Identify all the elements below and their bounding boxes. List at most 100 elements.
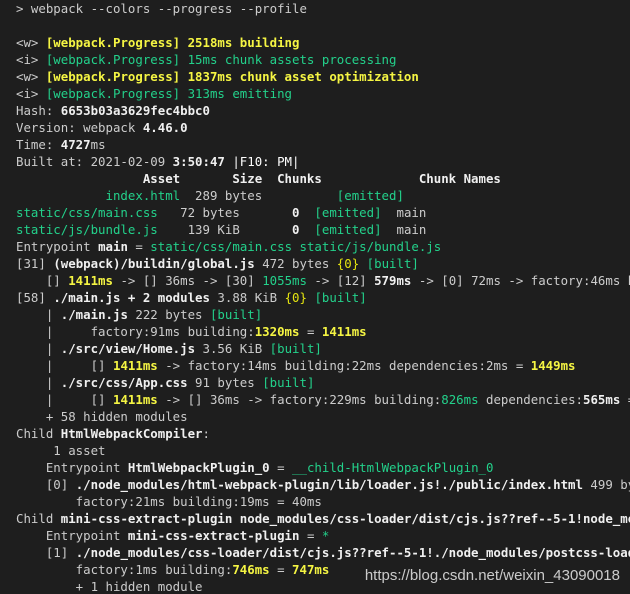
terminal-text-segment: [emitted] <box>314 205 382 220</box>
terminal-text-segment: (webpack)/buildin/global.js <box>53 256 255 271</box>
terminal-text-segment: <w> <box>16 35 46 50</box>
terminal-line: [58] ./main.js + 2 modules 3.88 KiB {0} … <box>16 289 630 306</box>
terminal-text-segment: = <box>127 239 151 254</box>
terminal-text-segment: HtmlWebpackPlugin_0 <box>127 460 270 475</box>
terminal-text-segment: | [] <box>16 358 113 373</box>
terminal-text-segment: -> [] 36ms -> [30] <box>112 273 263 288</box>
terminal-text-segment: ./src/view/Home.js <box>60 341 196 356</box>
terminal-text-segment: 1 asset <box>16 443 106 458</box>
terminal-line: | ./src/view/Home.js 3.56 KiB [built] <box>16 340 630 357</box>
terminal-text-segment: [webpack.Progress] 2518ms building <box>45 35 300 50</box>
watermark: https://blog.csdn.net/weixin_43090018 <box>364 567 620 584</box>
terminal-text-segment: 4727 <box>60 137 91 152</box>
terminal-text-segment: 6653b03a3629fec4bbc0 <box>60 103 210 118</box>
terminal-text-segment: [0] <box>16 477 76 492</box>
terminal-text-segment: 826ms <box>441 392 479 407</box>
terminal-text-segment: 0 <box>292 222 300 237</box>
terminal-text-segment: 1449ms <box>530 358 576 373</box>
terminal-line: index.html 289 bytes [emitted] <box>16 187 630 204</box>
terminal-text-segment: 0 <box>344 256 352 271</box>
terminal-text-segment: 499 bytes <box>590 477 630 492</box>
terminal-text-segment: [58] <box>16 290 54 305</box>
terminal-line: [1] ./node_modules/css-loader/dist/cjs.j… <box>16 544 630 561</box>
terminal-text-segment: 1055ms <box>262 273 307 288</box>
terminal-text-segment: Entrypoint <box>16 239 99 254</box>
terminal-text-segment: 472 bytes <box>254 256 337 271</box>
terminal-line: Child mini-css-extract-plugin node_modul… <box>16 510 630 527</box>
terminal-text-segment: static/js/bundle.js <box>16 222 158 237</box>
terminal-text-segment: [built] <box>314 290 367 305</box>
terminal-text-segment: |F10: PM| <box>232 154 300 169</box>
terminal-text-segment: -> [0] 72ms -> factory:46ms build <box>418 273 630 288</box>
terminal-line: [] 1411ms -> [] 36ms -> [30] 1055ms -> [… <box>16 272 630 289</box>
terminal-text-segment: ./node_modules/html-webpack-plugin/lib/l… <box>75 477 583 492</box>
terminal-text-segment: HtmlWebpackCompiler <box>60 426 203 441</box>
terminal-line: [31] (webpack)/buildin/global.js 472 byt… <box>16 255 630 272</box>
terminal-text-segment: [31] <box>16 256 54 271</box>
terminal-text-segment: 289 bytes <box>180 188 337 203</box>
terminal-text-segment: 91 bytes <box>187 375 263 390</box>
terminal-line: <i> [webpack.Progress] 15ms chunk assets… <box>16 51 630 68</box>
terminal-line: factory:21ms building:19ms = 40ms <box>16 493 630 510</box>
terminal-text-segment: 0 <box>292 205 300 220</box>
terminal-text-segment: 579ms <box>374 273 412 288</box>
terminal-text-segment: [webpack.Progress] 1837ms chunk asset op… <box>45 69 419 84</box>
terminal-text-segment: * <box>321 528 330 543</box>
terminal-line: 1 asset <box>16 442 630 459</box>
terminal-text-segment: -> factory:14ms building:22ms dependenci… <box>157 358 531 373</box>
terminal-text-segment: = <box>299 528 322 543</box>
terminal-text-segment: Version: webpack <box>16 120 143 135</box>
terminal-text-segment: __child-HtmlWebpackPlugin_0 <box>292 460 494 475</box>
terminal-text-segment: [emitted] <box>336 188 404 203</box>
terminal-text-segment: 1411ms <box>321 324 367 339</box>
terminal-text-segment: Child <box>16 426 61 441</box>
terminal-text-segment: mini-css-extract-plugin <box>127 528 300 543</box>
terminal-line: <i> [webpack.Progress] 313ms emitting <box>16 85 630 102</box>
terminal-line: Hash: 6653b03a3629fec4bbc0 <box>16 102 630 119</box>
terminal-text-segment: <i> <box>16 86 46 101</box>
terminal-text-segment: 3:50:47 <box>172 154 233 169</box>
terminal-text-segment: 139 KiB <box>157 222 293 237</box>
terminal-text-segment: 1320ms <box>254 324 300 339</box>
terminal-text-segment: [built] <box>366 256 419 271</box>
terminal-text-segment: [webpack.Progress] 15ms chunk assets pro… <box>45 52 397 67</box>
terminal-text-segment: : <box>202 426 210 441</box>
terminal-line: <w> [webpack.Progress] 2518ms building <box>16 34 630 51</box>
terminal-text-segment: 746ms <box>232 562 270 577</box>
terminal-text-segment: static/css/main.css static/js/bundle.js <box>150 239 442 254</box>
terminal-text-segment: main <box>98 239 128 254</box>
terminal-text-segment: dependencies: <box>478 392 583 407</box>
terminal-text-segment: 222 bytes <box>127 307 210 322</box>
terminal-text-segment: | <box>16 341 61 356</box>
terminal-text-segment: [emitted] <box>314 222 382 237</box>
terminal-text-segment: [webpack.Progress] 313ms emitting <box>45 86 293 101</box>
terminal-text-segment: = <box>620 392 630 407</box>
terminal-text-segment: | [] <box>16 392 113 407</box>
terminal-text-segment: Hash: <box>16 103 61 118</box>
terminal-text-segment: 3.88 KiB <box>209 290 285 305</box>
terminal-line: [0] ./node_modules/html-webpack-plugin/l… <box>16 476 630 493</box>
terminal-text-segment: 4.46.0 <box>142 120 188 135</box>
terminal-line: static/js/bundle.js 139 KiB 0 [emitted] … <box>16 221 630 238</box>
terminal-text-segment: ./main.js + 2 modules <box>53 290 210 305</box>
terminal-line: > webpack --colors --progress --profile <box>16 0 630 17</box>
terminal-text-segment: index.html <box>16 188 181 203</box>
terminal-text-segment: 747ms <box>292 562 330 577</box>
terminal-text-segment: 72 bytes <box>157 205 293 220</box>
terminal-text-segment: Entrypoint <box>16 528 128 543</box>
terminal-line: Time: 4727ms <box>16 136 630 153</box>
terminal-text-segment: + 1 hidden module <box>16 579 203 594</box>
terminal-text-segment: Built at: 2021-02-09 <box>16 154 173 169</box>
terminal-line: | ./src/css/App.css 91 bytes [built] <box>16 374 630 391</box>
terminal-text-segment: 3.56 KiB <box>195 341 270 356</box>
terminal-text-segment: Asset Size Chunks Chunk Names <box>16 171 501 186</box>
terminal-text-segment: [built] <box>269 341 322 356</box>
terminal-text-segment: <i> <box>16 52 46 67</box>
terminal-text-segment: static/css/main.css <box>16 205 158 220</box>
terminal-line: | factory:91ms building:1320ms = 1411ms <box>16 323 630 340</box>
terminal-output[interactable]: > webpack --colors --progress --profile <… <box>0 0 630 594</box>
terminal-line: static/css/main.css 72 bytes 0 [emitted]… <box>16 204 630 221</box>
